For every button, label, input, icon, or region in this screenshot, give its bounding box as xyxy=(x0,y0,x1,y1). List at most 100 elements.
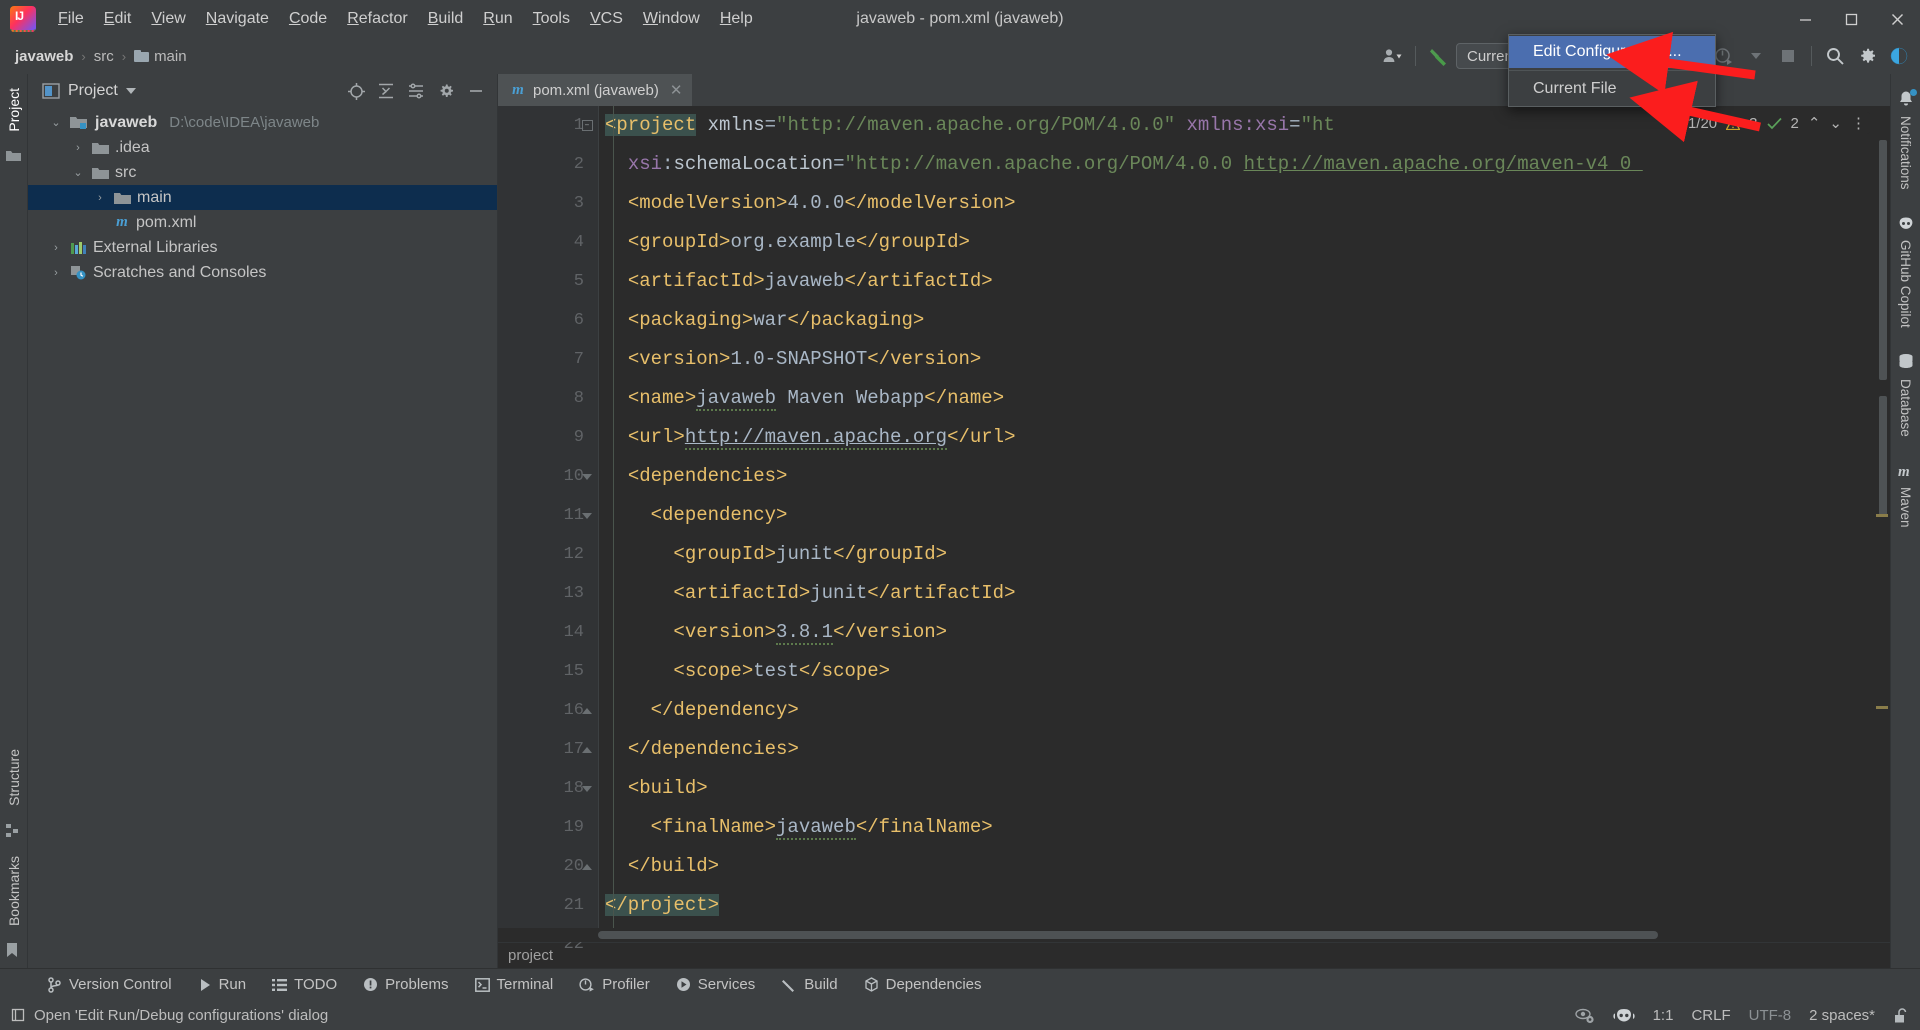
file-encoding[interactable]: UTF-8 xyxy=(1749,1007,1792,1024)
chevron-down-icon[interactable]: ⌄ xyxy=(70,166,86,179)
tool-window-build[interactable]: Build xyxy=(768,969,850,1000)
menu-help[interactable]: Help xyxy=(710,5,763,33)
expand-settings-icon[interactable] xyxy=(403,79,429,103)
profiler-dropdown-icon[interactable] xyxy=(1741,43,1771,69)
tree-item-pom-xml[interactable]: m pom.xml xyxy=(28,210,497,235)
project-folder-icon[interactable] xyxy=(5,148,23,166)
chevron-right-icon[interactable]: › xyxy=(70,142,86,154)
code-line[interactable]: </dependency> xyxy=(605,691,1874,730)
prev-problem-icon[interactable]: ⌃ xyxy=(1808,114,1821,132)
tree-item--idea[interactable]: › .idea xyxy=(28,135,497,160)
close-button[interactable] xyxy=(1874,0,1920,38)
code-line[interactable]: <version>3.8.1</version> xyxy=(605,613,1874,652)
tool-window-dependencies[interactable]: Dependencies xyxy=(851,969,995,1000)
gutter-row[interactable]: 13 xyxy=(498,574,598,613)
unlocked-padlock-icon[interactable] xyxy=(1893,1007,1908,1024)
copilot-icon[interactable] xyxy=(1612,1007,1635,1024)
close-icon[interactable]: ✕ xyxy=(670,81,683,99)
tool-window-problems[interactable]: Problems xyxy=(350,969,461,1000)
code-line[interactable]: </project> xyxy=(605,886,1874,925)
bookmark-icon[interactable] xyxy=(5,942,23,960)
rail-item-bookmarks[interactable]: Bookmarks xyxy=(6,848,22,934)
inspections-eye-icon[interactable] xyxy=(1574,1007,1595,1024)
error-stripe-marker[interactable] xyxy=(1874,106,1890,928)
chevron-right-icon[interactable]: › xyxy=(92,192,108,204)
menu-refactor[interactable]: Refactor xyxy=(337,5,417,33)
user-account-icon[interactable] xyxy=(1377,43,1407,69)
menu-code[interactable]: Code xyxy=(279,5,337,33)
chevron-down-icon[interactable] xyxy=(125,88,136,94)
structure-icon[interactable] xyxy=(5,822,23,840)
menu-vcs[interactable]: VCS xyxy=(580,5,633,33)
chevron-right-icon[interactable]: › xyxy=(48,267,64,279)
tree-item-scratches-and-consoles[interactable]: › Scratches and Consoles xyxy=(28,260,497,285)
code-line[interactable]: <artifactId>javaweb</artifactId> xyxy=(605,262,1874,301)
gutter-row[interactable]: 5 xyxy=(498,262,598,301)
ai-assistant-icon[interactable] xyxy=(1884,43,1914,69)
code-line[interactable]: <build> xyxy=(605,769,1874,808)
code-line[interactable]: <packaging>war</packaging> xyxy=(605,301,1874,340)
line-number-gutter[interactable]: 1–2 3 4 5 6 7 8 9 10 11 12 13 14 15 16 17 18 19 20 21 22 xyxy=(498,106,598,954)
code-line[interactable]: <dependencies> xyxy=(605,457,1874,496)
run-configuration-dropdown[interactable]: Edit Configurations... Current File xyxy=(1508,34,1716,107)
code-line[interactable]: <version>1.0-SNAPSHOT</version> xyxy=(605,340,1874,379)
settings-gear-icon[interactable] xyxy=(1852,43,1882,69)
settings-gear-icon[interactable] xyxy=(433,79,459,103)
code-line[interactable]: <artifactId>junit</artifactId> xyxy=(605,574,1874,613)
code-line[interactable]: xsi:schemaLocation="http://maven.apache.… xyxy=(605,145,1874,184)
code-fold-toggle[interactable] xyxy=(580,847,594,886)
gutter-row[interactable]: 7 xyxy=(498,340,598,379)
more-vertical-icon[interactable]: ⋮ xyxy=(1851,114,1866,132)
gutter-row[interactable]: 15 xyxy=(498,652,598,691)
code-fold-toggle[interactable]: – xyxy=(580,106,594,145)
menu-build[interactable]: Build xyxy=(418,5,474,33)
gutter-row[interactable]: 17 xyxy=(498,730,598,769)
menu-window[interactable]: Window xyxy=(633,5,710,33)
project-tree[interactable]: ⌄ javaweb D:\code\IDEA\javaweb › .idea ⌄ src › m… xyxy=(28,108,497,968)
breadcrumb-item-main[interactable]: main xyxy=(129,46,192,67)
indent-setting[interactable]: 2 spaces* xyxy=(1809,1007,1875,1024)
tool-window-todo[interactable]: TODO xyxy=(259,969,350,1000)
code-line[interactable]: <dependency> xyxy=(605,496,1874,535)
tool-window-terminal[interactable]: Terminal xyxy=(462,969,567,1000)
maximize-button[interactable] xyxy=(1828,0,1874,38)
rail-item-project[interactable]: Project xyxy=(6,80,22,140)
gutter-row[interactable]: 3 xyxy=(498,184,598,223)
next-problem-icon[interactable]: ⌄ xyxy=(1829,114,1842,132)
menu-tools[interactable]: Tools xyxy=(523,5,580,33)
gutter-row[interactable]: 18 xyxy=(498,769,598,808)
tool-window-run[interactable]: Run xyxy=(185,969,260,1000)
chevron-right-icon[interactable]: › xyxy=(48,242,64,254)
gutter-row[interactable]: 16 xyxy=(498,691,598,730)
code-line[interactable]: <finalName>javaweb</finalName> xyxy=(605,808,1874,847)
tool-window-version-control[interactable]: Version Control xyxy=(34,969,185,1000)
gutter-row[interactable]: 4 xyxy=(498,223,598,262)
gutter-row[interactable]: 8 xyxy=(498,379,598,418)
breadcrumb-item-javaweb[interactable]: javaweb xyxy=(10,46,78,67)
code-area[interactable]: <project xmlns="http://maven.apache.org/… xyxy=(598,106,1874,928)
breadcrumb-item-src[interactable]: src xyxy=(89,46,119,67)
menu-view[interactable]: View xyxy=(141,5,195,33)
gutter-row[interactable]: 1– xyxy=(498,106,598,145)
code-line[interactable]: <url>http://maven.apache.org</url> xyxy=(605,418,1874,457)
gutter-row[interactable]: 9 xyxy=(498,418,598,457)
horizontal-scrollbar[interactable] xyxy=(498,928,1890,942)
locate-icon[interactable] xyxy=(343,79,369,103)
right-rail-item-github-copilot[interactable]: GitHub Copilot xyxy=(1896,208,1916,346)
right-rail-item-database[interactable]: Database xyxy=(1898,345,1914,455)
gutter-row[interactable]: 20 xyxy=(498,847,598,886)
gutter-row[interactable]: 21 xyxy=(498,886,598,925)
code-fold-toggle[interactable] xyxy=(580,457,594,496)
gutter-row[interactable]: 14 xyxy=(498,613,598,652)
menu-file[interactable]: File xyxy=(48,5,94,33)
code-fold-toggle[interactable] xyxy=(580,730,594,769)
code-line[interactable]: <groupId>org.example</groupId> xyxy=(605,223,1874,262)
minimize-button[interactable] xyxy=(1782,0,1828,38)
editor-tab-pom-xml[interactable]: m pom.xml (javaweb) ✕ xyxy=(498,74,693,106)
gutter-row[interactable]: 2 xyxy=(498,145,598,184)
gutter-row[interactable]: 19 xyxy=(498,808,598,847)
code-line[interactable]: <name>javaweb Maven Webapp</name> xyxy=(605,379,1874,418)
code-line[interactable]: </build> xyxy=(605,847,1874,886)
caret-position[interactable]: 1:1 xyxy=(1653,1007,1674,1024)
right-rail-item-notifications[interactable]: Notifications xyxy=(1897,82,1917,208)
